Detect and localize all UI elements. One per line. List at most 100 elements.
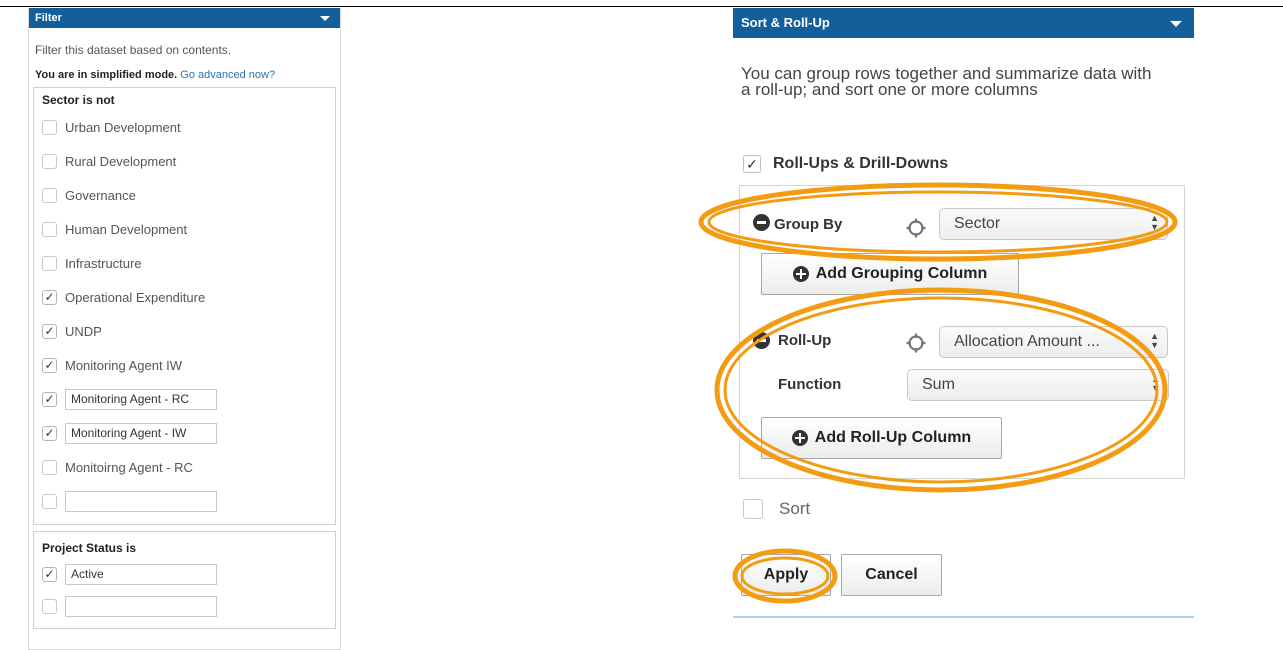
- add-rollup-column-button[interactable]: Add Roll-Up Column: [761, 417, 1002, 459]
- rollups-toggle[interactable]: ✓ Roll-Ups & Drill-Downs: [743, 155, 948, 173]
- filter-condition-sector: Sector is not Urban Development Rural De…: [33, 87, 336, 525]
- checkbox-checked[interactable]: ✓: [42, 323, 57, 339]
- select-arrows-icon: ▲ ▼: [1151, 374, 1160, 393]
- condition-title: Sector is not: [42, 93, 115, 107]
- custom-value-input[interactable]: [65, 422, 217, 444]
- sort-rollup-header[interactable]: Sort & Roll-Up: [733, 8, 1194, 38]
- condition-title: Project Status is: [42, 541, 137, 555]
- custom-value-input[interactable]: [65, 388, 217, 410]
- apply-label: Apply: [763, 566, 809, 583]
- crosshair-icon[interactable]: [906, 218, 926, 238]
- select-arrows-icon: ▲ ▼: [1150, 213, 1159, 232]
- option-label: Rural Development: [65, 153, 177, 169]
- filter-option[interactable]: ✓: [42, 416, 327, 450]
- checkbox-checked[interactable]: ✓: [42, 566, 57, 582]
- apply-button[interactable]: Apply: [741, 554, 831, 596]
- function-label: Function: [778, 376, 842, 393]
- function-select[interactable]: Sum ▲ ▼: [907, 369, 1169, 401]
- rollup-value: Allocation Amount ...: [954, 333, 1100, 350]
- option-label: Human Development: [65, 221, 188, 237]
- custom-value-input[interactable]: [65, 490, 217, 512]
- filter-condition-project-status: Project Status is ✓: [33, 531, 336, 629]
- filter-option[interactable]: ✓ Operational Expenditure: [42, 280, 327, 314]
- select-arrows-icon: ▲ ▼: [1150, 331, 1159, 350]
- check-icon: ✓: [44, 324, 55, 338]
- option-label: Operational Expenditure: [65, 289, 206, 305]
- simplified-mode-notice: You are in simplified mode. Go advanced …: [29, 57, 340, 81]
- caret-down-icon[interactable]: [1170, 21, 1182, 27]
- filter-option[interactable]: Rural Development: [42, 144, 327, 178]
- custom-value-input[interactable]: [65, 563, 217, 585]
- sort-toggle[interactable]: Sort: [743, 499, 810, 519]
- rollup-column-select[interactable]: Allocation Amount ... ▲ ▼: [939, 326, 1168, 358]
- sort-checkbox[interactable]: [743, 499, 763, 519]
- checkbox-checked[interactable]: ✓: [42, 357, 57, 373]
- cancel-label: Cancel: [865, 566, 918, 583]
- filter-option[interactable]: ✓ UNDP: [42, 314, 327, 348]
- filter-option[interactable]: Human Development: [42, 212, 327, 246]
- checkbox[interactable]: [42, 493, 57, 509]
- filter-option[interactable]: ✓: [42, 558, 327, 590]
- check-icon: ✓: [44, 290, 55, 304]
- checkbox[interactable]: [42, 187, 57, 203]
- option-label: Urban Development: [65, 119, 181, 135]
- plus-circle-icon: [792, 266, 809, 282]
- option-label: Monitoring Agent IW: [65, 357, 183, 373]
- check-icon: ✓: [44, 567, 55, 581]
- checkbox[interactable]: [42, 598, 57, 614]
- filter-option[interactable]: Urban Development: [42, 110, 327, 144]
- function-value: Sum: [922, 376, 955, 393]
- checkbox[interactable]: [42, 255, 57, 271]
- check-icon: ✓: [44, 392, 55, 406]
- add-grouping-column-button[interactable]: Add Grouping Column: [761, 253, 1019, 295]
- rollup-label: Roll-Up: [778, 332, 832, 349]
- cancel-button[interactable]: Cancel: [841, 554, 942, 596]
- filter-option[interactable]: ✓: [42, 382, 327, 416]
- minus-circle-icon[interactable]: [753, 332, 770, 349]
- sort-rollup-description: You can group rows together and summariz…: [741, 64, 1152, 99]
- custom-value-input[interactable]: [65, 595, 217, 617]
- option-label: Governance: [65, 187, 136, 203]
- filter-option[interactable]: Infrastructure: [42, 246, 327, 280]
- sort-label: Sort: [779, 499, 811, 518]
- group-by-value: Sector: [954, 215, 1001, 232]
- checkbox[interactable]: [42, 153, 57, 169]
- sort-rollup-panel: Sort & Roll-Up You can group rows togeth…: [733, 8, 1194, 618]
- check-icon: ✓: [44, 358, 55, 372]
- filter-description: Filter this dataset based on contents.: [35, 43, 232, 57]
- option-label: Infrastructure: [65, 255, 142, 271]
- check-icon: ✓: [44, 426, 55, 440]
- add-grouping-label: Add Grouping Column: [815, 265, 988, 282]
- plus-circle-icon: [791, 430, 808, 446]
- filter-option[interactable]: [42, 484, 327, 518]
- group-by-label: Group By: [774, 216, 843, 233]
- filter-option[interactable]: Monitoirng Agent - RC: [42, 450, 327, 484]
- checkbox[interactable]: [42, 119, 57, 135]
- checkbox-checked[interactable]: ✓: [42, 391, 57, 407]
- checkbox[interactable]: [42, 221, 57, 237]
- filter-title: Filter: [35, 12, 62, 24]
- checkbox-checked[interactable]: ✓: [42, 289, 57, 305]
- caret-down-icon[interactable]: [320, 16, 330, 21]
- add-rollup-label: Add Roll-Up Column: [814, 429, 972, 446]
- minus-circle-icon[interactable]: [753, 214, 770, 231]
- filter-header[interactable]: Filter: [29, 8, 340, 28]
- check-icon: ✓: [746, 155, 758, 172]
- crosshair-icon[interactable]: [906, 333, 926, 353]
- rollups-checkbox[interactable]: ✓: [743, 155, 761, 173]
- filter-option[interactable]: ✓ Monitoring Agent IW: [42, 348, 327, 382]
- filter-option[interactable]: Governance: [42, 178, 327, 212]
- checkbox[interactable]: [42, 459, 57, 475]
- rollups-label: Roll-Ups & Drill-Downs: [773, 155, 949, 172]
- option-label: Monitoirng Agent - RC: [65, 459, 193, 475]
- filter-panel: Filter Filter this dataset based on cont…: [28, 8, 341, 650]
- sort-rollup-title: Sort & Roll-Up: [741, 15, 830, 30]
- go-advanced-link[interactable]: Go advanced now?: [180, 69, 275, 81]
- group-by-select[interactable]: Sector ▲ ▼: [939, 208, 1168, 240]
- filter-option[interactable]: [42, 590, 327, 622]
- rollup-settings-box: Group By Sector ▲ ▼ Add Grouping Column R…: [739, 185, 1185, 479]
- checkbox-checked[interactable]: ✓: [42, 425, 57, 441]
- top-divider: [0, 6, 1283, 7]
- simplified-mode-text: You are in simplified mode.: [35, 69, 178, 81]
- option-label: UNDP: [65, 323, 102, 339]
